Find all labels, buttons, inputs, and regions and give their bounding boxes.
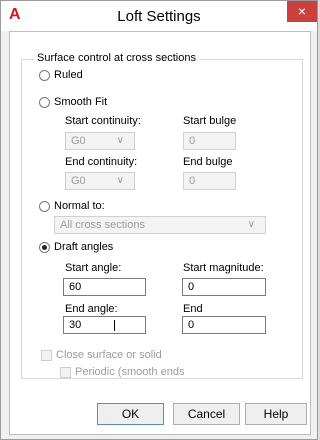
- start-bulge-field[interactable]: 0: [183, 132, 236, 150]
- draft-angles-label[interactable]: Draft angles: [54, 241, 113, 253]
- start-angle-field[interactable]: 60: [63, 278, 146, 296]
- end-angle-value: 30: [69, 319, 82, 331]
- normal-to-radio[interactable]: [39, 201, 50, 212]
- draft-angles-radio[interactable]: [39, 242, 50, 253]
- periodic-label[interactable]: Periodic (smooth ends: [75, 366, 184, 378]
- help-button[interactable]: Help: [245, 403, 307, 425]
- close-button[interactable]: ×: [287, 1, 317, 22]
- dialog-title: Loft Settings: [117, 8, 201, 25]
- chevron-down-icon: ∨: [247, 219, 255, 230]
- end-label: End: [183, 303, 203, 315]
- start-continuity-select[interactable]: G0 ∨: [65, 132, 135, 150]
- title-bar: A Loft Settings ×: [1, 1, 317, 31]
- start-continuity-label: Start continuity:: [65, 115, 141, 127]
- end-bulge-label: End bulge: [183, 156, 233, 168]
- normal-to-label[interactable]: Normal to:: [54, 200, 105, 212]
- end-continuity-select[interactable]: G0 ∨: [65, 172, 135, 190]
- surface-control-group-title: Surface control at cross sections: [34, 52, 199, 64]
- text-cursor: [114, 320, 115, 331]
- end-field[interactable]: 0: [182, 316, 266, 334]
- end-bulge-field[interactable]: 0: [183, 172, 236, 190]
- smooth-fit-radio[interactable]: [39, 97, 50, 108]
- ok-button[interactable]: OK: [97, 403, 164, 425]
- end-angle-field[interactable]: 30: [63, 316, 146, 334]
- chevron-down-icon: ∨: [116, 175, 124, 186]
- start-angle-label: Start angle:: [65, 262, 122, 274]
- start-magnitude-field[interactable]: 0: [182, 278, 266, 296]
- ruled-radio[interactable]: [39, 70, 50, 81]
- cancel-button[interactable]: Cancel: [173, 403, 240, 425]
- normal-to-select[interactable]: All cross sections ∨: [54, 216, 266, 234]
- chevron-down-icon: ∨: [116, 135, 124, 146]
- end-continuity-label: End continuity:: [65, 156, 138, 168]
- start-continuity-value: G0: [71, 135, 86, 147]
- ruled-label[interactable]: Ruled: [54, 69, 83, 81]
- close-surface-checkbox[interactable]: [41, 350, 52, 361]
- end-angle-label: End angle:: [65, 303, 118, 315]
- normal-to-value: All cross sections: [60, 219, 145, 231]
- loft-settings-dialog: A Loft Settings × Surface control at cro…: [0, 0, 318, 440]
- periodic-checkbox[interactable]: [60, 367, 71, 378]
- close-surface-label[interactable]: Close surface or solid: [56, 349, 162, 361]
- smooth-fit-label[interactable]: Smooth Fit: [54, 96, 107, 108]
- start-magnitude-label: Start magnitude:: [183, 262, 264, 274]
- end-continuity-value: G0: [71, 175, 86, 187]
- close-icon: ×: [297, 3, 307, 19]
- start-bulge-label: Start bulge: [183, 115, 237, 127]
